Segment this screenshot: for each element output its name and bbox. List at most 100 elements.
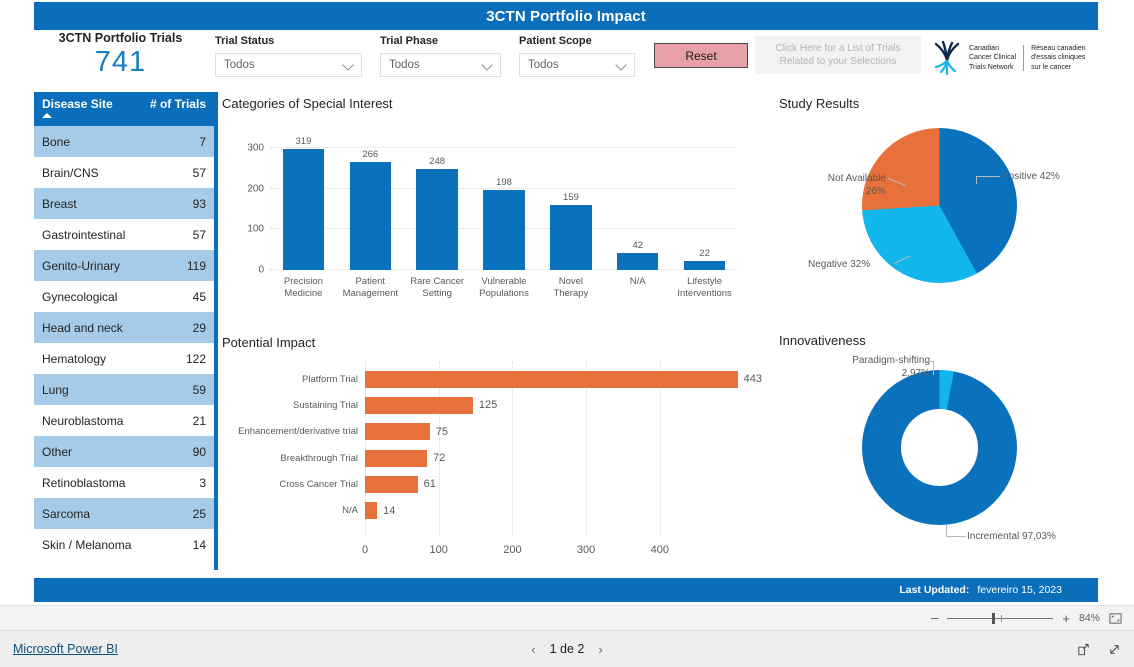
zoom-toolbar: – + 84% <box>0 605 1134 631</box>
table-row[interactable]: Breast 93 <box>34 188 214 219</box>
innovativeness-chart[interactable]: Paradigm-shifting 2,97% Incremental 97,0… <box>770 352 1130 562</box>
potential-impact-chart[interactable]: Platform Trial 443 Sustaining Trial 125 Enha… <box>222 358 762 570</box>
cell-disease-site: Sarcoma <box>42 506 91 521</box>
cell-disease-site: Skin / Melanoma <box>42 537 132 552</box>
column-bar[interactable] <box>282 149 325 270</box>
bar-track: 14 <box>365 497 762 523</box>
bar-row[interactable]: Cross Cancer Trial 61 <box>222 471 762 497</box>
column-bar-slot[interactable]: 248 <box>404 136 471 270</box>
column-bar-slot[interactable]: 198 <box>471 136 538 270</box>
column-bar-slot[interactable]: 319 <box>270 136 337 270</box>
slicer-dropdown-trial-status[interactable]: Todos <box>215 53 362 77</box>
cell-num-trials: 21 <box>192 413 206 428</box>
sort-ascending-icon <box>42 113 52 118</box>
bar-row[interactable]: Platform Trial 443 <box>222 366 762 392</box>
fullscreen-icon[interactable] <box>1107 642 1122 657</box>
column-bar-slot[interactable]: 266 <box>337 136 404 270</box>
table-row[interactable]: Other 90 <box>34 436 214 467</box>
bar-chart-rows: Platform Trial 443 Sustaining Trial 125 Enha… <box>222 366 762 524</box>
bar-category-label: Breakthrough Trial <box>280 452 358 464</box>
disease-site-table[interactable]: Disease Site # of Trials Bone 7 Brain/CNS 5… <box>34 92 218 570</box>
cell-num-trials: 90 <box>192 444 206 459</box>
horizontal-bar[interactable] <box>365 370 738 388</box>
pie-leader-positive <box>976 176 1000 177</box>
horizontal-bar[interactable] <box>365 449 428 467</box>
column-bar[interactable] <box>416 169 458 270</box>
report-title-bar: 3CTN Portfolio Impact <box>34 2 1098 30</box>
bar-row[interactable]: Sustaining Trial 125 <box>222 392 762 418</box>
bar-row[interactable]: N/A 14 <box>222 497 762 523</box>
bar-value-label: 443 <box>743 373 762 386</box>
table-row[interactable]: Lung 59 <box>34 374 214 405</box>
column-bar[interactable] <box>550 205 592 270</box>
trial-list-link-box[interactable]: Click Here for a List of Trials Related … <box>755 36 921 74</box>
table-row[interactable]: Bone 7 <box>34 126 214 157</box>
column-bar[interactable] <box>349 162 391 270</box>
horizontal-bar[interactable] <box>365 502 378 520</box>
chart-title-potential-impact: Potential Impact <box>222 335 316 350</box>
table-row[interactable]: Gastrointestinal 57 <box>34 219 214 250</box>
donut-label-paradigm-line2: 2,97% <box>901 368 930 379</box>
column-bar-slot[interactable]: 22 <box>671 136 738 270</box>
share-icon[interactable] <box>1076 642 1091 657</box>
table-row[interactable]: Head and neck 29 <box>34 312 214 343</box>
y-axis-tick-label: 100 <box>247 223 264 235</box>
zoom-slider[interactable] <box>947 612 1054 624</box>
table-row[interactable]: Skin / Melanoma 14 <box>34 529 214 560</box>
column-header-disease-site[interactable]: Disease Site <box>42 97 150 111</box>
zoom-slider-tick <box>1001 614 1003 622</box>
cell-disease-site: Lung <box>42 382 69 397</box>
column-bar[interactable] <box>683 261 726 270</box>
pie-label-positive: Positive 42% <box>1002 171 1060 182</box>
previous-page-button[interactable]: ‹ <box>531 642 535 657</box>
bar-track: 125 <box>365 392 762 418</box>
slicer-dropdown-patient-scope[interactable]: Todos <box>519 53 635 77</box>
reset-button[interactable]: Reset <box>654 43 748 68</box>
ccctn-logo-mark-icon <box>934 40 960 76</box>
slicer-dropdown-trial-phase[interactable]: Todos <box>380 53 501 77</box>
table-row[interactable]: Genito-Urinary 119 <box>34 250 214 281</box>
column-bar-slot[interactable]: 42 <box>604 136 671 270</box>
logo-en-line3: Trials Network <box>969 63 1014 71</box>
last-updated-label: Last Updated: <box>899 584 970 596</box>
horizontal-bar[interactable] <box>365 396 473 414</box>
x-axis-category-label: N/A <box>629 276 646 287</box>
pie-label-not-available: Not Available 26% <box>800 172 886 198</box>
table-row[interactable]: Gynecological 45 <box>34 281 214 312</box>
donut-leader-incremental-h <box>946 536 966 537</box>
table-row[interactable]: Brain/CNS 57 <box>34 157 214 188</box>
study-results-pie[interactable] <box>862 128 1017 283</box>
bar-row[interactable]: Breakthrough Trial 72 <box>222 445 762 471</box>
cell-disease-site: Genito-Urinary <box>42 258 121 273</box>
zoom-in-button[interactable]: + <box>1062 611 1070 626</box>
bar-value-label: 14 <box>383 504 396 517</box>
bar-value-label: 266 <box>362 149 379 160</box>
column-bar[interactable] <box>483 189 525 270</box>
table-row[interactable]: Retinoblastoma 3 <box>34 467 214 498</box>
table-row[interactable]: Hematology 122 <box>34 343 214 374</box>
horizontal-bar[interactable] <box>365 423 430 441</box>
cell-disease-site: Bone <box>42 134 71 149</box>
table-row[interactable]: Sarcoma 25 <box>34 498 214 529</box>
next-page-button[interactable]: › <box>598 642 602 657</box>
column-header-num-trials[interactable]: # of Trials <box>150 97 206 111</box>
bottom-status-bar: Microsoft Power BI ‹ 1 de 2 › <box>0 631 1134 667</box>
zoom-slider-thumb[interactable] <box>992 612 996 624</box>
categories-of-special-interest-chart[interactable]: 300 200 100 0 319 266 248 198 159 42 22 Precision… <box>222 120 744 310</box>
bar-value-label: 125 <box>478 399 498 412</box>
study-results-chart[interactable]: Positive 42% Not Available 26% Negative … <box>770 118 1130 316</box>
table-row[interactable]: Neuroblastoma 21 <box>34 405 214 436</box>
column-bar[interactable] <box>617 252 659 270</box>
microsoft-power-bi-link[interactable]: Microsoft Power BI <box>13 642 118 656</box>
report-canvas: 3CTN Portfolio Impact 3CTN Portfolio Tri… <box>0 0 1134 605</box>
bar-row[interactable]: Enhancement/derivative trial 75 <box>222 419 762 445</box>
fit-to-page-icon[interactable] <box>1109 612 1122 625</box>
donut-leader-paradigm-h <box>922 361 934 362</box>
x-axis-category-label: Novel Therapy <box>553 276 589 299</box>
horizontal-bar[interactable] <box>365 475 418 493</box>
table-header-row: Disease Site # of Trials <box>34 92 214 126</box>
column-bar-slot[interactable]: 159 <box>537 136 604 270</box>
donut-label-paradigm-shifting: Paradigm-shifting 2,97% <box>822 354 930 380</box>
zoom-out-button[interactable]: – <box>931 611 938 624</box>
x-axis-category-label: Patient Management <box>342 276 399 299</box>
